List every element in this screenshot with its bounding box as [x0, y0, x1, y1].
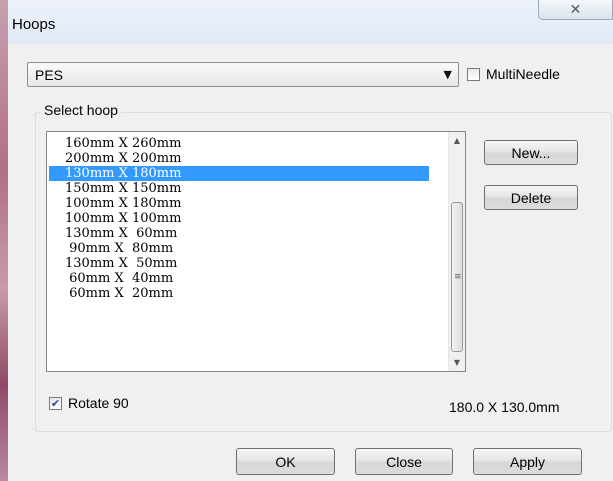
multineedle-option[interactable]: MultiNeedle [467, 66, 560, 82]
new-hoop-button[interactable]: New... [484, 140, 578, 165]
multineedle-checkbox[interactable] [467, 67, 480, 81]
format-dropdown-value: PES [35, 67, 64, 83]
format-dropdown[interactable]: PES ▼ [27, 62, 459, 87]
list-item[interactable]: 130mm X 60mm [49, 226, 429, 241]
close-button[interactable]: Close [355, 448, 453, 475]
rotate-label: Rotate 90 [68, 395, 129, 411]
list-item[interactable]: 130mm X 50mm [49, 256, 429, 271]
hoop-list-scrollbar[interactable]: ▲ ≡ ▼ [448, 132, 465, 371]
rotate-checkbox[interactable]: ✔ [49, 396, 62, 410]
list-item[interactable]: 200mm X 200mm [49, 151, 429, 166]
list-item[interactable]: 160mm X 260mm [49, 136, 429, 151]
hoops-dialog: Hoops ✕ PES ▼ MultiNeedle Select hoop 16… [8, 0, 613, 481]
multineedle-label: MultiNeedle [486, 66, 560, 82]
scrollbar-thumb[interactable]: ≡ [451, 202, 463, 352]
list-item[interactable]: 100mm X 180mm [49, 196, 429, 211]
close-icon: ✕ [569, 1, 582, 18]
scroll-up-arrow-icon[interactable]: ▲ [449, 132, 465, 149]
chevron-down-icon: ▼ [443, 68, 452, 81]
grip-icon: ≡ [454, 272, 462, 282]
rotate-option[interactable]: ✔ Rotate 90 [49, 395, 129, 411]
delete-hoop-button[interactable]: Delete [484, 185, 578, 210]
list-item[interactable]: 90mm X 80mm [49, 241, 429, 256]
window-title: Hoops [12, 16, 56, 33]
list-item[interactable]: 150mm X 150mm [49, 181, 429, 196]
window-close-button[interactable]: ✕ [538, 0, 613, 20]
ok-button[interactable]: OK [236, 448, 335, 475]
checkmark-icon: ✔ [50, 396, 61, 410]
hoop-dimensions-readout: 180.0 X 130.0mm [449, 399, 560, 415]
hoop-list[interactable]: 160mm X 260mm 200mm X 200mm 130mm X 180m… [46, 131, 466, 372]
scroll-down-arrow-icon[interactable]: ▼ [449, 354, 465, 371]
apply-button[interactable]: Apply [473, 448, 582, 475]
list-item[interactable]: 100mm X 100mm [49, 211, 429, 226]
list-item[interactable]: 130mm X 180mm [49, 166, 429, 181]
title-bar: Hoops ✕ [8, 0, 613, 44]
list-item[interactable]: 60mm X 40mm [49, 271, 429, 286]
select-hoop-group-title: Select hoop [41, 102, 121, 118]
list-item[interactable]: 60mm X 20mm [49, 286, 429, 301]
